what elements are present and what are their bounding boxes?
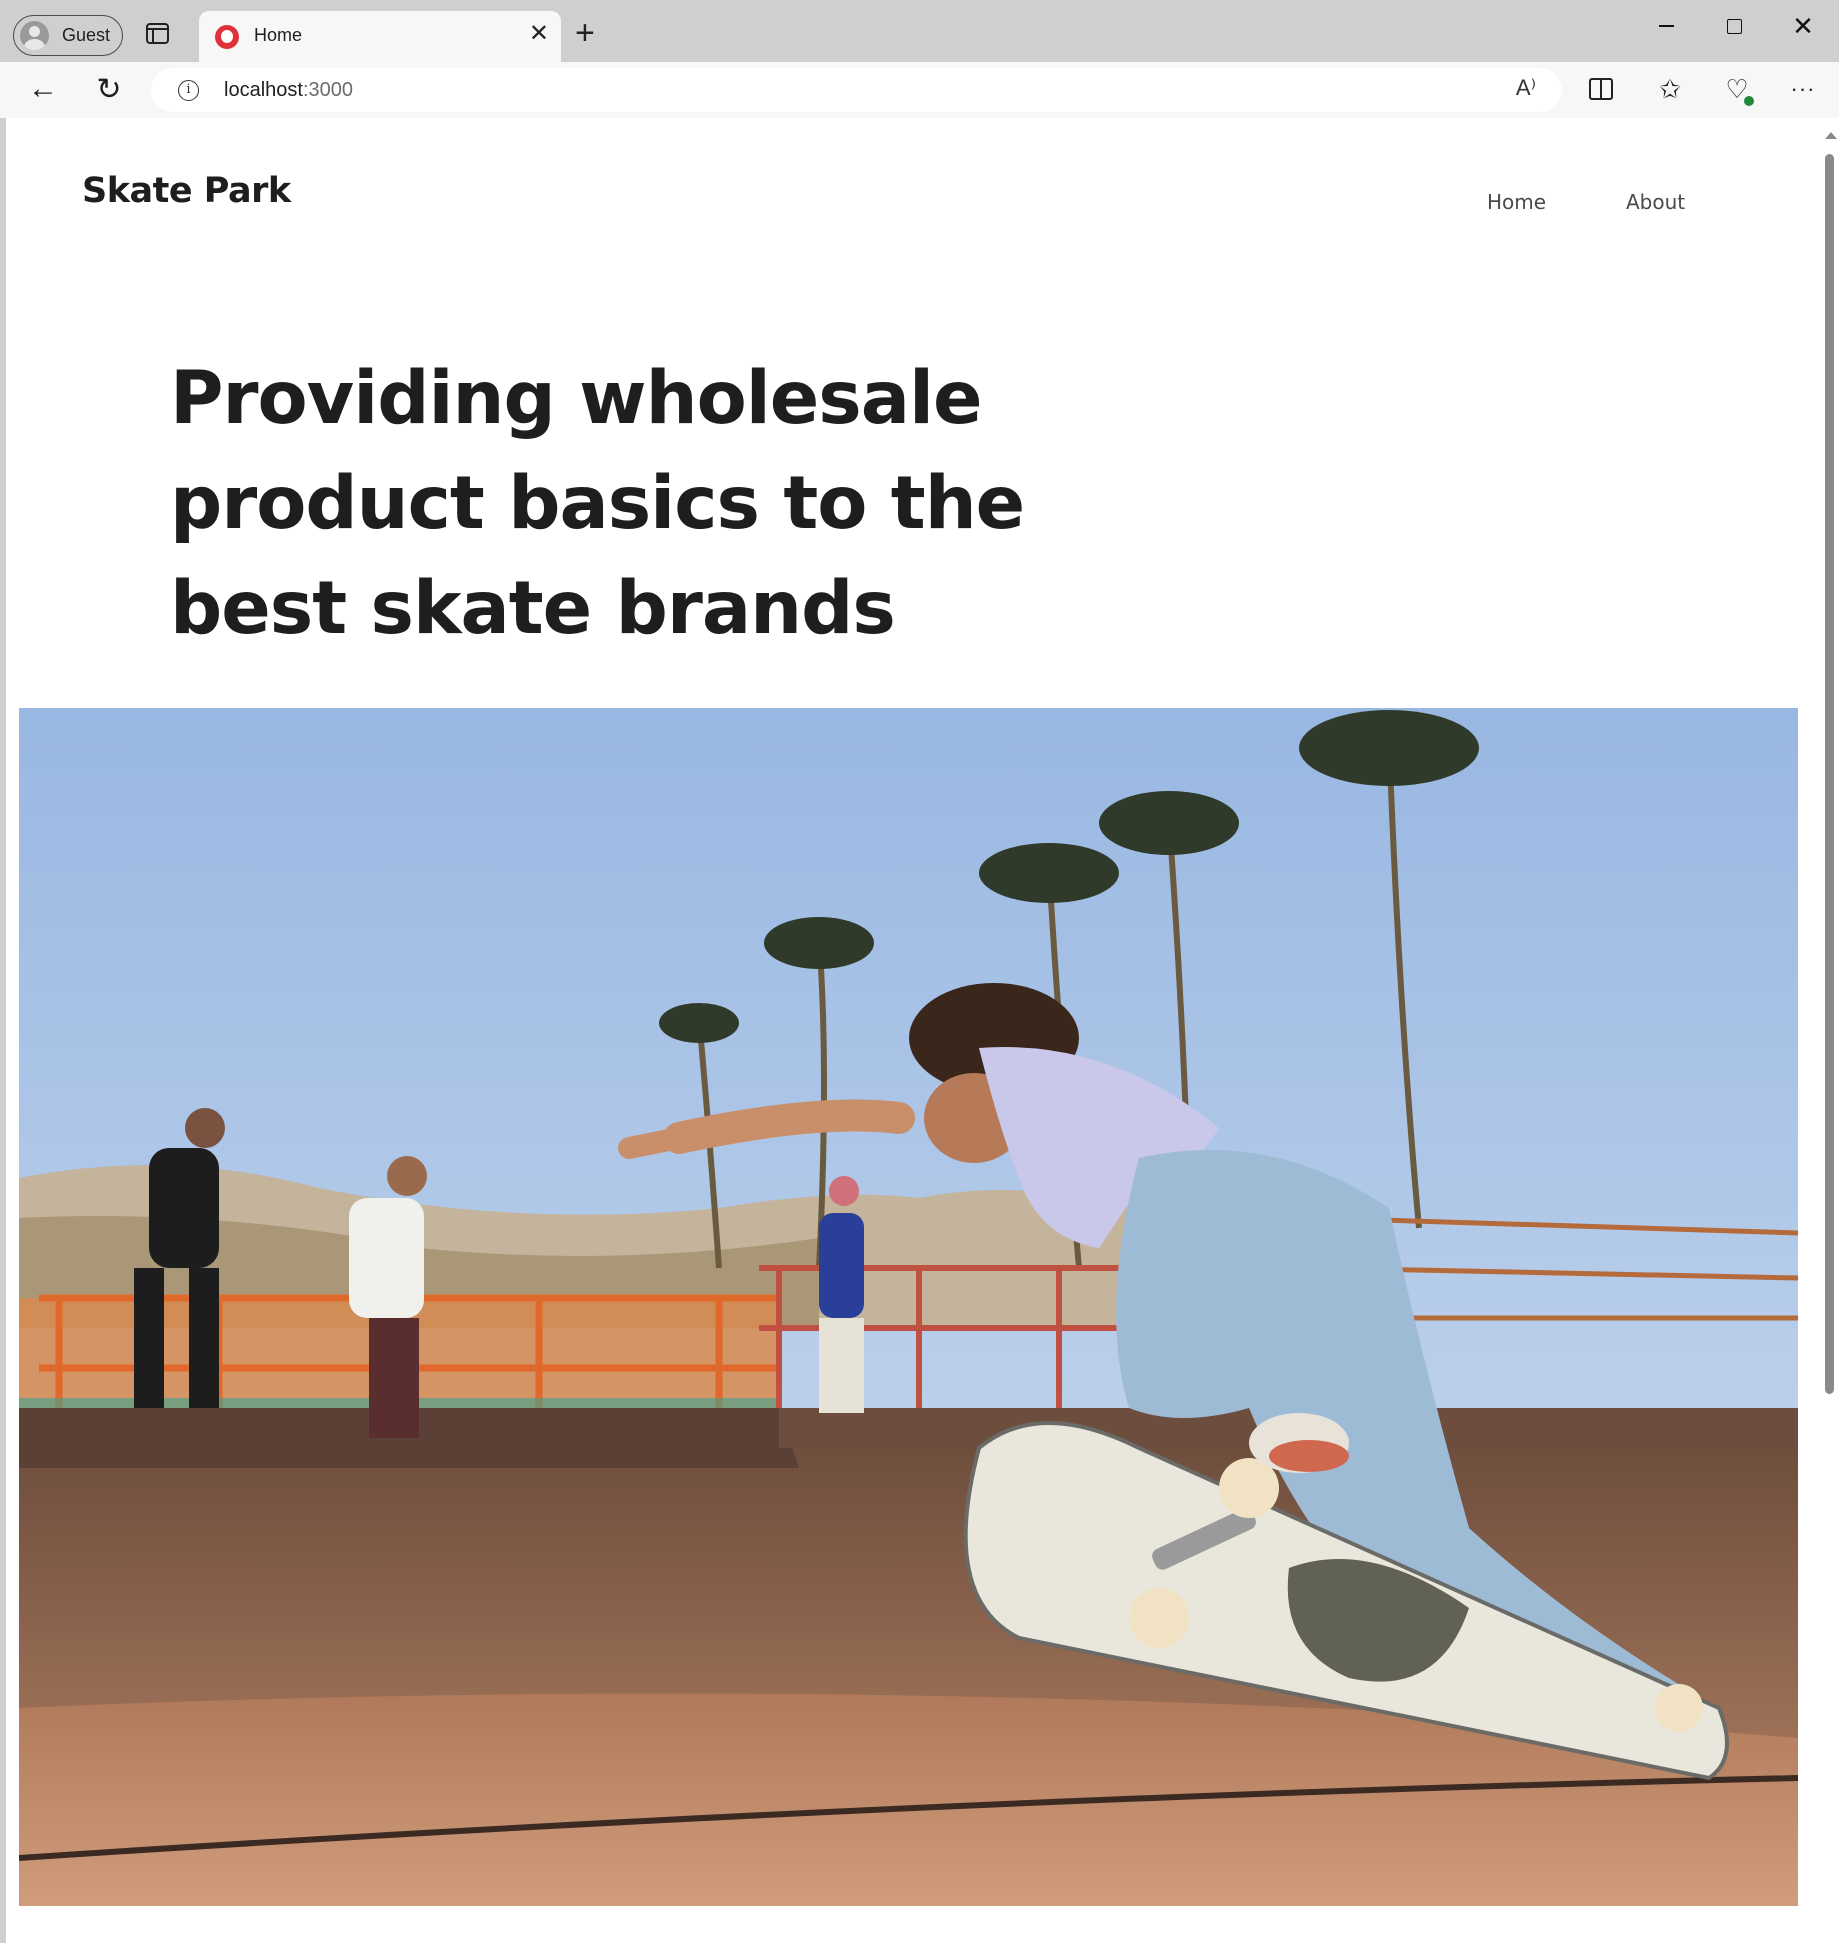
split-screen-icon	[1589, 78, 1613, 100]
hero-image-skateboarder	[19, 708, 1798, 1906]
site-info-icon[interactable]: i	[178, 80, 199, 101]
split-screen-button[interactable]	[1586, 74, 1616, 104]
new-tab-button[interactable]: +	[575, 16, 595, 50]
back-arrow-icon[interactable]: ←	[28, 72, 58, 105]
nav-link-home[interactable]: Home	[1487, 190, 1546, 214]
tab-actions-icon[interactable]	[146, 23, 169, 44]
profile-button[interactable]: Guest	[13, 15, 123, 56]
window-minimize-button[interactable]	[1646, 10, 1686, 42]
hero-illustration	[19, 708, 1798, 1906]
browser-essentials-button[interactable]: ♡	[1722, 74, 1755, 107]
profile-label: Guest	[62, 25, 111, 45]
site-header: Skate Park Home About	[6, 118, 1819, 258]
address-bar[interactable]: i localhost:3000 A⁾	[151, 68, 1562, 112]
read-aloud-icon[interactable]: A⁾	[1516, 75, 1536, 101]
site-brand[interactable]: Skate Park	[82, 171, 291, 211]
tab-close-icon[interactable]: ✕	[529, 22, 549, 46]
url-port: :3000	[302, 79, 353, 101]
tab-title: Home	[254, 25, 303, 45]
hero-title: Providing wholesale product basics to th…	[170, 356, 1025, 651]
url-host: localhost	[224, 79, 303, 101]
browser-toolbar: ← ↻ i localhost:3000 A⁾ ✩ ♡ ···	[0, 62, 1839, 118]
status-check-icon	[1742, 94, 1755, 107]
browser-tab-home[interactable]: Home ✕	[199, 11, 561, 62]
url-text[interactable]: localhost:3000	[224, 79, 353, 102]
window-close-button[interactable]: ✕	[1783, 10, 1823, 42]
heart-pulse-icon: ♡	[1725, 74, 1755, 107]
profile-avatar-icon	[20, 21, 49, 50]
page-viewport: Skate Park Home About Providing wholesal…	[6, 118, 1839, 1943]
nav-link-about[interactable]: About	[1626, 190, 1685, 214]
page-scrollbar[interactable]	[1819, 118, 1839, 1943]
refresh-icon[interactable]: ↻	[94, 73, 124, 106]
scrollbar-thumb[interactable]	[1825, 154, 1834, 1394]
window-maximize-button[interactable]	[1714, 10, 1754, 42]
more-icon[interactable]: ···	[1788, 74, 1818, 104]
tab-favicon-icon	[215, 25, 239, 49]
scroll-up-arrow-icon[interactable]	[1825, 132, 1837, 139]
favorites-icon[interactable]: ✩	[1655, 74, 1685, 104]
browser-tabstrip: Guest Home ✕ + ✕	[0, 0, 1839, 62]
